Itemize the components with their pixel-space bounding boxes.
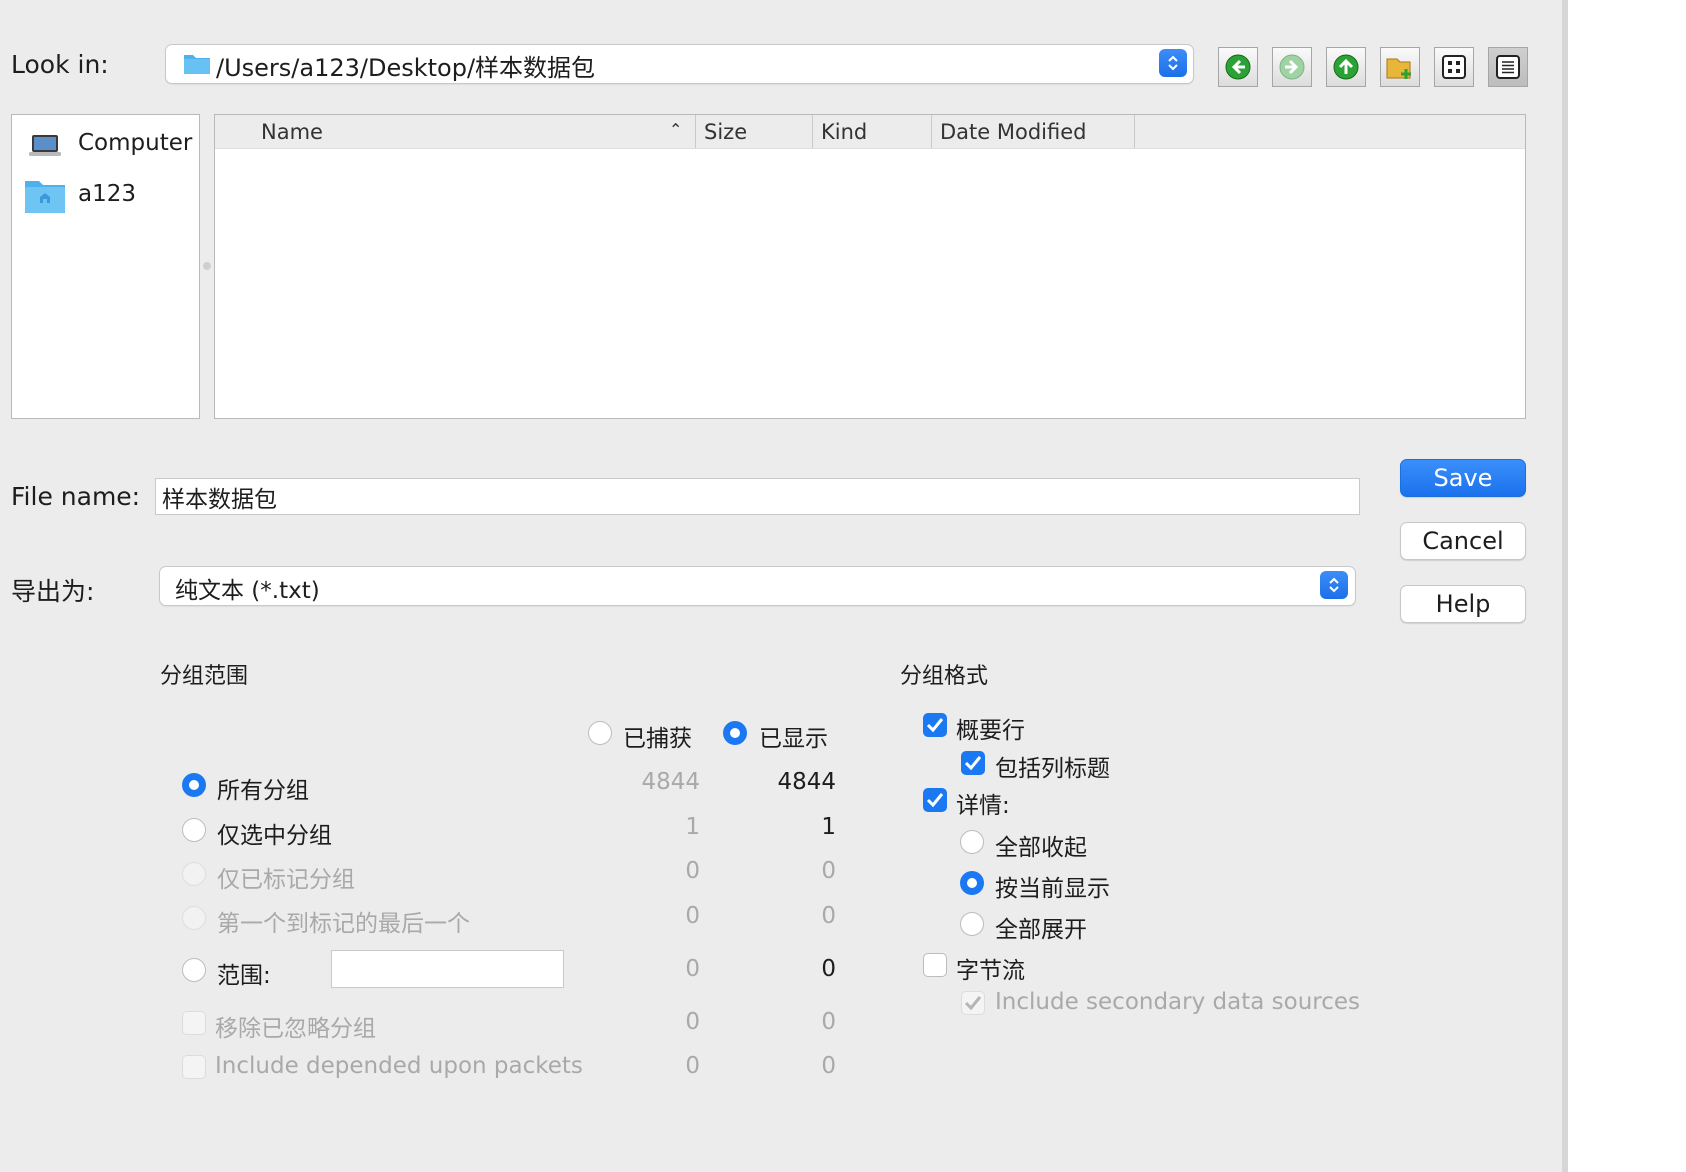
include-depended-captured-count: 0 — [685, 1053, 700, 1079]
folder-icon — [183, 51, 211, 79]
as-displayed-label: 按当前显示 — [995, 876, 1110, 902]
sidebar-item-a123[interactable]: a123 — [12, 175, 199, 217]
all-collapsed-label: 全部收起 — [995, 835, 1087, 861]
displayed-label: 已显示 — [759, 726, 828, 752]
export-format-value: 纯文本 (*.txt) — [175, 578, 320, 604]
remove-ignored-displayed-count: 0 — [821, 1009, 836, 1035]
list-view-icon[interactable] — [1434, 47, 1474, 87]
checkmark-icon — [964, 996, 982, 1011]
as-displayed-radio[interactable] — [960, 871, 984, 895]
selected-packets-label: 仅选中分组 — [217, 823, 332, 849]
checkmark-icon — [926, 793, 944, 808]
save-button[interactable]: Save — [1400, 459, 1526, 497]
column-header-name[interactable]: Name ⌃ — [215, 115, 696, 148]
selected-packets-captured-count: 1 — [685, 814, 700, 840]
details-checkbox[interactable] — [923, 788, 947, 812]
marked-packets-captured-count: 0 — [685, 858, 700, 884]
export-as-label: 导出为: — [11, 577, 95, 606]
bytes-checkbox[interactable] — [923, 953, 947, 977]
include-secondary-label: Include secondary data sources — [995, 989, 1361, 1015]
include-secondary-checkbox[interactable] — [961, 991, 985, 1015]
chevron-updown-icon[interactable] — [1159, 49, 1187, 77]
export-format-select[interactable]: 纯文本 (*.txt) — [159, 566, 1356, 606]
look-in-combo[interactable]: /Users/a123/Desktop/样本数据包 — [165, 44, 1194, 84]
column-header-date-modified[interactable]: Date Modified — [932, 115, 1135, 148]
remove-ignored-label: 移除已忽略分组 — [215, 1016, 376, 1042]
all-packets-radio[interactable] — [182, 773, 206, 797]
all-packets-label: 所有分组 — [217, 778, 309, 804]
background-window — [1568, 0, 1686, 1172]
range-displayed-count: 0 — [821, 956, 836, 982]
bytes-label: 字节流 — [956, 958, 1025, 984]
captured-label: 已捕获 — [623, 726, 692, 752]
range-radio[interactable] — [182, 958, 206, 982]
cancel-button[interactable]: Cancel — [1400, 522, 1526, 560]
summary-line-checkbox[interactable] — [923, 713, 947, 737]
first-to-last-marked-label: 第一个到标记的最后一个 — [217, 911, 470, 937]
selected-packets-displayed-count: 1 — [821, 814, 836, 840]
range-captured-count: 0 — [685, 956, 700, 982]
include-depended-displayed-count: 0 — [821, 1053, 836, 1079]
sidebar-item-label: a123 — [78, 181, 136, 207]
packet-range-title: 分组范围 — [160, 664, 249, 689]
file-name-input[interactable]: 样本数据包 — [155, 478, 1360, 515]
packet-format-title: 分组格式 — [900, 664, 989, 689]
look-in-path: /Users/a123/Desktop/样本数据包 — [216, 54, 596, 82]
chevron-updown-icon[interactable] — [1320, 571, 1348, 599]
up-arrow-icon[interactable] — [1326, 47, 1366, 87]
all-packets-captured-count: 4844 — [641, 769, 700, 795]
first-to-last-marked-displayed-count: 0 — [821, 903, 836, 929]
help-button[interactable]: Help — [1400, 585, 1526, 623]
marked-packets-radio[interactable] — [182, 862, 206, 886]
range-label: 范围: — [217, 963, 271, 989]
sort-ascending-icon: ⌃ — [669, 120, 683, 139]
summary-line-label: 概要行 — [956, 718, 1025, 744]
column-header-size[interactable]: Size — [696, 115, 813, 148]
file-list: Name ⌃ Size Kind Date Modified — [214, 114, 1526, 419]
sidebar: Computer a123 — [11, 114, 200, 419]
all-expanded-radio[interactable] — [960, 912, 984, 936]
range-input[interactable] — [331, 950, 564, 988]
include-depended-checkbox[interactable] — [182, 1055, 206, 1079]
include-column-headings-checkbox[interactable] — [961, 751, 985, 775]
selected-packets-radio[interactable] — [182, 818, 206, 842]
details-view-icon[interactable] — [1488, 47, 1528, 87]
checkmark-icon — [926, 718, 944, 733]
first-to-last-marked-captured-count: 0 — [685, 903, 700, 929]
displayed-radio[interactable] — [723, 721, 747, 745]
splitter-handle[interactable] — [203, 262, 211, 270]
back-arrow-icon[interactable] — [1218, 47, 1258, 87]
file-name-label: File name: — [11, 482, 141, 511]
all-packets-displayed-count: 4844 — [777, 769, 836, 795]
column-header-kind[interactable]: Kind — [813, 115, 932, 148]
include-column-headings-label: 包括列标题 — [995, 756, 1110, 782]
include-depended-label: Include depended upon packets — [215, 1053, 583, 1079]
remove-ignored-captured-count: 0 — [685, 1009, 700, 1035]
marked-packets-displayed-count: 0 — [821, 858, 836, 884]
details-label: 详情: — [956, 793, 1010, 819]
look-in-label: Look in: — [11, 50, 109, 79]
forward-arrow-icon[interactable] — [1272, 47, 1312, 87]
all-expanded-label: 全部展开 — [995, 917, 1087, 943]
home-folder-icon — [24, 176, 66, 218]
first-to-last-marked-radio[interactable] — [182, 906, 206, 930]
remove-ignored-checkbox[interactable] — [182, 1011, 206, 1035]
all-collapsed-radio[interactable] — [960, 830, 984, 854]
captured-radio[interactable] — [588, 721, 612, 745]
laptop-icon — [28, 133, 62, 163]
sidebar-item-computer[interactable]: Computer — [12, 125, 199, 167]
sidebar-item-label: Computer — [78, 130, 193, 156]
checkmark-icon — [964, 756, 982, 771]
marked-packets-label: 仅已标记分组 — [217, 867, 355, 893]
new-folder-icon[interactable] — [1380, 47, 1420, 87]
